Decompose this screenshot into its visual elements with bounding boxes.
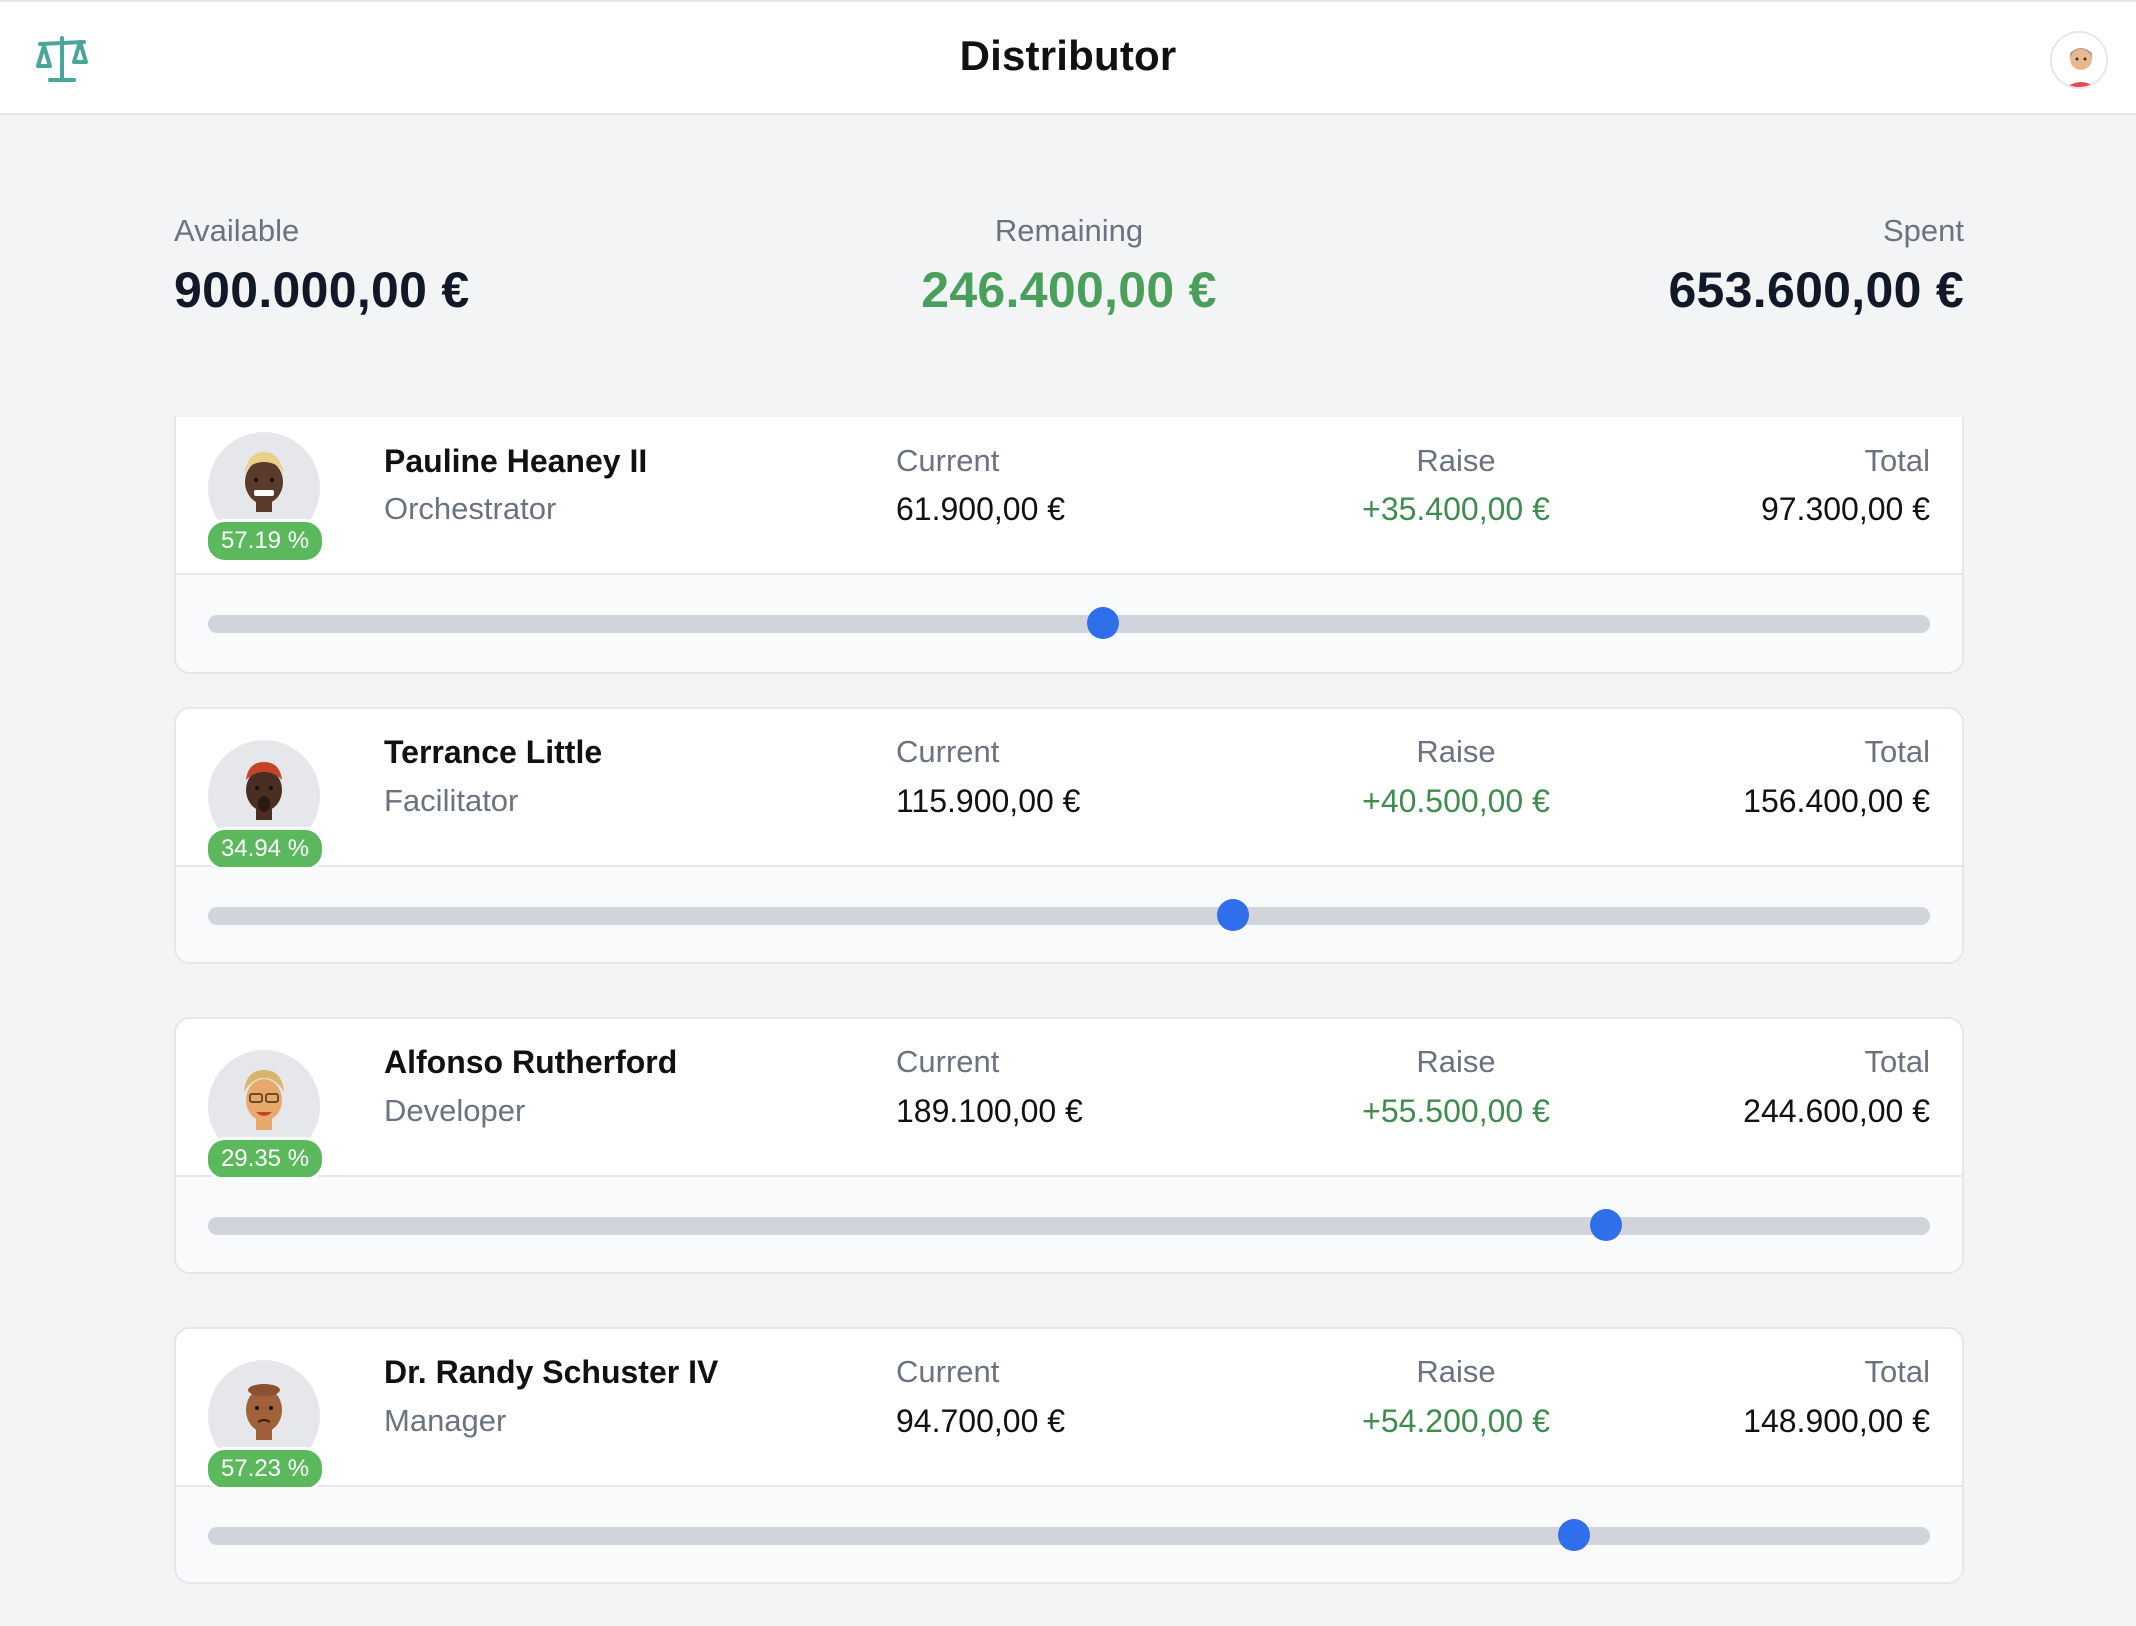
employee-role: Manager — [384, 1403, 507, 1438]
raise-percent-badge: 34.94 % — [204, 827, 326, 871]
raise-value: +35.400,00 € — [1362, 491, 1550, 527]
spent-stat: Spent 653.600,00 € — [1668, 213, 1964, 319]
current-label: Current — [896, 443, 1000, 478]
page-title: Distributor — [959, 32, 1177, 79]
total-label: Total — [1864, 443, 1930, 478]
budget-summary: Available 900.000,00 € Remaining 246.400… — [174, 213, 1964, 323]
raise-slider[interactable] — [208, 899, 1930, 931]
employee-card: 57.23 % Dr. Randy Schuster IV Manager Cu… — [174, 1327, 1964, 1584]
employee-role: Facilitator — [384, 783, 519, 818]
raise-value: +40.500,00 € — [1362, 783, 1550, 819]
employee-name: Alfonso Rutherford — [384, 1044, 678, 1080]
user-avatar[interactable] — [2050, 31, 2108, 89]
employee-info: 57.23 % Dr. Randy Schuster IV Manager Cu… — [176, 1329, 1962, 1491]
employee-card: 29.35 % Alfonso Rutherford Developer Cur… — [174, 1017, 1964, 1274]
total-label: Total — [1864, 1044, 1930, 1079]
current-value: 94.700,00 € — [896, 1403, 1066, 1439]
raise-slider[interactable] — [208, 1519, 1930, 1551]
current-label: Current — [896, 1354, 1000, 1389]
slider-thumb[interactable] — [1590, 1209, 1623, 1241]
employee-info: 57.19 % Pauline Heaney II Orchestrator C… — [176, 417, 1962, 575]
slider-area — [176, 867, 1962, 962]
employee-role: Developer — [384, 1093, 526, 1128]
slider-area — [176, 575, 1962, 672]
total-value: 244.600,00 € — [1743, 1093, 1930, 1129]
spent-value: 653.600,00 € — [1668, 262, 1964, 318]
raise-percent-badge: 57.23 % — [204, 1447, 326, 1491]
slider-thumb[interactable] — [1216, 899, 1249, 931]
employee-info: 29.35 % Alfonso Rutherford Developer Cur… — [176, 1019, 1962, 1181]
total-value: 97.300,00 € — [1760, 491, 1930, 527]
raise-slider[interactable] — [208, 1209, 1930, 1241]
employee-name: Terrance Little — [384, 734, 603, 770]
current-value: 61.900,00 € — [896, 491, 1066, 527]
current-value: 189.100,00 € — [896, 1093, 1083, 1129]
raise-percent-badge: 57.19 % — [204, 519, 326, 563]
employee-card: 34.94 % Terrance Little Facilitator Curr… — [174, 707, 1964, 964]
raise-percent-badge: 29.35 % — [204, 1137, 326, 1181]
total-label: Total — [1864, 734, 1930, 769]
employee-avatar: 34.94 % — [204, 740, 326, 871]
top-bar: Distributor — [0, 0, 2136, 115]
slider-area — [176, 1487, 1962, 1582]
employee-role: Orchestrator — [384, 491, 557, 526]
employee-avatar: 57.23 % — [204, 1360, 326, 1491]
raise-value: +54.200,00 € — [1362, 1403, 1550, 1439]
employee-info: 34.94 % Terrance Little Facilitator Curr… — [176, 709, 1962, 871]
slider-thumb[interactable] — [1087, 607, 1120, 639]
spent-label: Spent — [1882, 213, 1964, 248]
raise-label: Raise — [1416, 1354, 1496, 1389]
current-label: Current — [896, 734, 1000, 769]
raise-value: +55.500,00 € — [1362, 1093, 1550, 1129]
raise-label: Raise — [1416, 1044, 1496, 1079]
total-label: Total — [1864, 1354, 1930, 1389]
employee-name: Pauline Heaney II — [384, 443, 648, 479]
slider-thumb[interactable] — [1557, 1519, 1590, 1551]
employee-name: Dr. Randy Schuster IV — [384, 1354, 719, 1390]
raise-slider[interactable] — [208, 607, 1930, 639]
employee-avatar: 29.35 % — [204, 1050, 326, 1181]
total-value: 148.900,00 € — [1743, 1403, 1930, 1439]
employee-avatar: 57.19 % — [204, 432, 326, 563]
slider-area — [176, 1177, 1962, 1272]
raise-label: Raise — [1416, 734, 1496, 769]
total-value: 156.400,00 € — [1743, 783, 1930, 819]
employee-card: 57.19 % Pauline Heaney II Orchestrator C… — [174, 417, 1964, 674]
current-label: Current — [896, 1044, 1000, 1079]
current-value: 115.900,00 € — [896, 783, 1081, 819]
raise-label: Raise — [1416, 443, 1496, 478]
